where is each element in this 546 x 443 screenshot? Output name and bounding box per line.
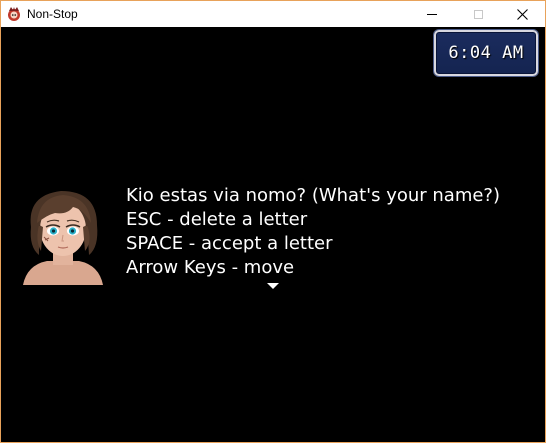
minimize-icon xyxy=(427,13,437,15)
message-line: ESC - delete a letter xyxy=(126,209,308,230)
clock-time: 6:04 AM xyxy=(448,43,524,63)
down-arrow-icon xyxy=(267,283,279,289)
title-bar[interactable]: Non-Stop xyxy=(1,1,545,27)
message-line: Kio estas via nomo? (What's your name?) xyxy=(126,185,501,206)
message-window: Kio estas via nomo? (What's your name?) … xyxy=(126,184,536,280)
game-screen[interactable]: 6:04 AM Kio estas via nomo? (What's your… xyxy=(1,27,545,442)
close-icon xyxy=(516,5,528,24)
maximize-button[interactable] xyxy=(455,1,501,27)
maximize-icon xyxy=(473,9,483,19)
message-line: Arrow Keys - move xyxy=(126,257,295,278)
window-title: Non-Stop xyxy=(27,7,78,21)
message-line: SPACE - accept a letter xyxy=(126,233,333,254)
app-icon xyxy=(6,6,22,22)
close-button[interactable] xyxy=(499,1,545,27)
clock-window: 6:04 AM xyxy=(434,30,538,76)
minimize-button[interactable] xyxy=(409,1,455,27)
app-window: Non-Stop 6:04 AM Kio estas via nomo? (Wh… xyxy=(0,0,546,443)
character-portrait xyxy=(17,185,109,285)
